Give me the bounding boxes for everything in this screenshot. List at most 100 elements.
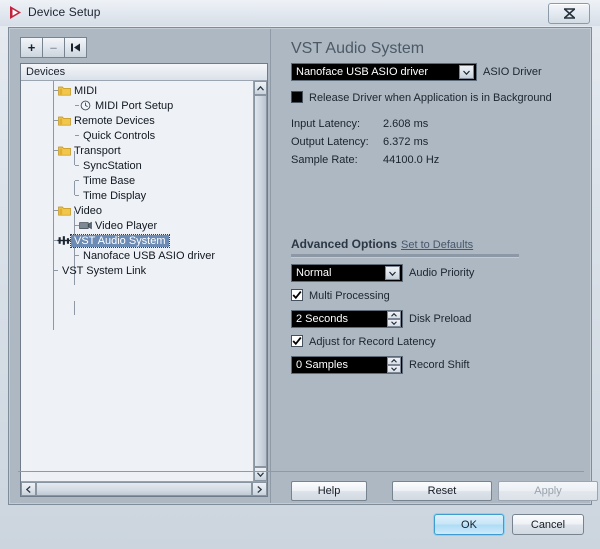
release-driver-checkbox[interactable] [291,91,303,103]
tree-item-label: Video Player [95,219,158,232]
disk-preload-label: Disk Preload [409,313,472,325]
tree-item[interactable]: Quick Controls [78,128,155,143]
apply-button[interactable]: Apply [498,481,598,501]
asio-driver-value: Nanoface USB ASIO driver [296,66,429,78]
multi-processing-label: Multi Processing [309,290,390,302]
plus-icon: + [27,40,36,55]
button-area-separator [18,471,584,472]
spinner-arrows-icon[interactable] [387,357,401,373]
midi-port-icon [78,99,92,112]
cancel-button[interactable]: Cancel [512,514,584,535]
scroll-right-icon[interactable] [252,482,267,496]
advanced-options-rule [291,254,519,258]
asio-driver-select[interactable]: Nanoface USB ASIO driver [291,63,477,81]
tree-vertical-scrollbar[interactable] [253,81,267,481]
folder-icon [57,144,71,157]
adjust-record-latency-label: Adjust for Record Latency [309,336,436,348]
scroll-up-icon[interactable] [254,81,267,95]
tree-connector [74,301,75,315]
tree-item[interactable]: MIDI Port Setup [78,98,173,113]
scroll-left-icon[interactable] [21,482,36,496]
cubase-play-triangle-icon [8,5,23,20]
tree-item-label: Video [74,204,102,217]
tree-vscroll-thumb[interactable] [254,95,267,467]
tree-item[interactable]: Video [57,203,102,218]
tree-item[interactable]: VST System Link [57,263,146,278]
tree-item[interactable]: Time Display [78,188,146,203]
panel-divider [270,29,271,503]
input-latency-value: 2.608 ms [383,118,429,130]
tree-item-label: Remote Devices [74,114,155,127]
spinner-down-icon[interactable] [387,365,401,373]
spinner-arrows-icon[interactable] [387,311,401,327]
folder-icon [57,204,71,217]
close-button[interactable] [548,3,590,24]
chevron-down-icon[interactable] [459,65,474,79]
sample-rate-value: 44100.0 Hz [383,154,440,166]
title-bar: Device Setup [0,0,600,26]
chevron-down-icon[interactable] [385,266,400,280]
dialog-client-area: + – Devices MIDI MIDI Port Setup Remote … [8,27,598,505]
tree-item[interactable]: Remote Devices [57,113,155,128]
audio-priority-select[interactable]: Normal [291,264,403,282]
device-setup-window: Device Setup + – Devices MIDI MIDI Port … [0,0,600,549]
disk-preload-value: 2 Seconds [296,313,348,325]
output-latency-label: Output Latency: [291,136,369,148]
rewind-to-start-icon [70,42,81,53]
set-to-defaults-link[interactable]: Set to Defaults [401,239,473,251]
tree-item[interactable]: Nanoface USB ASIO driver [78,248,215,263]
ok-button[interactable]: OK [434,514,504,535]
tree-item[interactable]: Time Base [78,173,135,188]
window-title: Device Setup [28,5,101,19]
add-device-button[interactable]: + [20,37,43,58]
scroll-down-icon[interactable] [254,467,267,481]
reset-devices-button[interactable] [64,37,87,58]
spinner-up-icon[interactable] [387,311,401,319]
help-button[interactable]: Help [291,481,367,501]
output-latency-value: 6.372 ms [383,136,429,148]
tree-item-label: Nanoface USB ASIO driver [83,249,216,262]
release-driver-label: Release Driver when Application is in Ba… [309,92,552,104]
sample-rate-label: Sample Rate: [291,154,358,166]
tree-item[interactable]: Video Player [78,218,157,233]
audio-priority-value: Normal [296,267,332,279]
spinner-down-icon[interactable] [387,319,401,327]
remove-device-button[interactable]: – [42,37,65,58]
tree-item-label: VST Audio System [70,233,170,248]
cancel-button-label: Cancel [530,518,566,531]
video-player-icon [78,219,92,232]
fader-icon [57,234,71,247]
vst-audio-system-panel: VST Audio System Nanoface USB ASIO drive… [273,28,598,504]
help-button-label: Help [317,485,341,497]
tree-connector [53,81,54,330]
tree-item-label: MIDI [74,84,98,97]
tree-item-label: Transport [74,144,121,157]
tree-item[interactable]: SyncStation [78,158,142,173]
tree-item-label: VST System Link [62,264,147,277]
tree-item[interactable]: MIDI [57,83,97,98]
adjust-record-latency-checkbox[interactable] [291,335,303,347]
multi-processing-checkbox[interactable] [291,289,303,301]
devices-tree[interactable]: MIDI MIDI Port Setup Remote Devices Quick C… [21,81,253,481]
device-toolbar: + – [20,37,87,58]
asio-driver-label: ASIO Driver [483,66,542,78]
record-shift-value: 0 Samples [296,359,348,371]
minus-icon: – [49,40,58,55]
disk-preload-stepper[interactable]: 2 Seconds [291,310,403,328]
tree-item-label: MIDI Port Setup [95,99,174,112]
tree-item[interactable]: Transport [57,143,121,158]
tree-item[interactable]: VST Audio System [57,233,170,248]
tree-item-label: Time Display [83,189,147,202]
audio-priority-label: Audio Priority [409,267,475,279]
tree-hscroll-thumb[interactable] [36,482,252,496]
advanced-options-title: Advanced Options [291,237,398,251]
apply-button-label: Apply [534,485,562,497]
tree-item-label: Quick Controls [83,129,156,142]
tree-item-label: Time Base [83,174,136,187]
tree-horizontal-scrollbar[interactable] [21,481,267,496]
record-shift-label: Record Shift [409,359,470,371]
spinner-up-icon[interactable] [387,357,401,365]
ok-button-label: OK [461,518,477,531]
reset-button[interactable]: Reset [392,481,492,501]
record-shift-stepper[interactable]: 0 Samples [291,356,403,374]
